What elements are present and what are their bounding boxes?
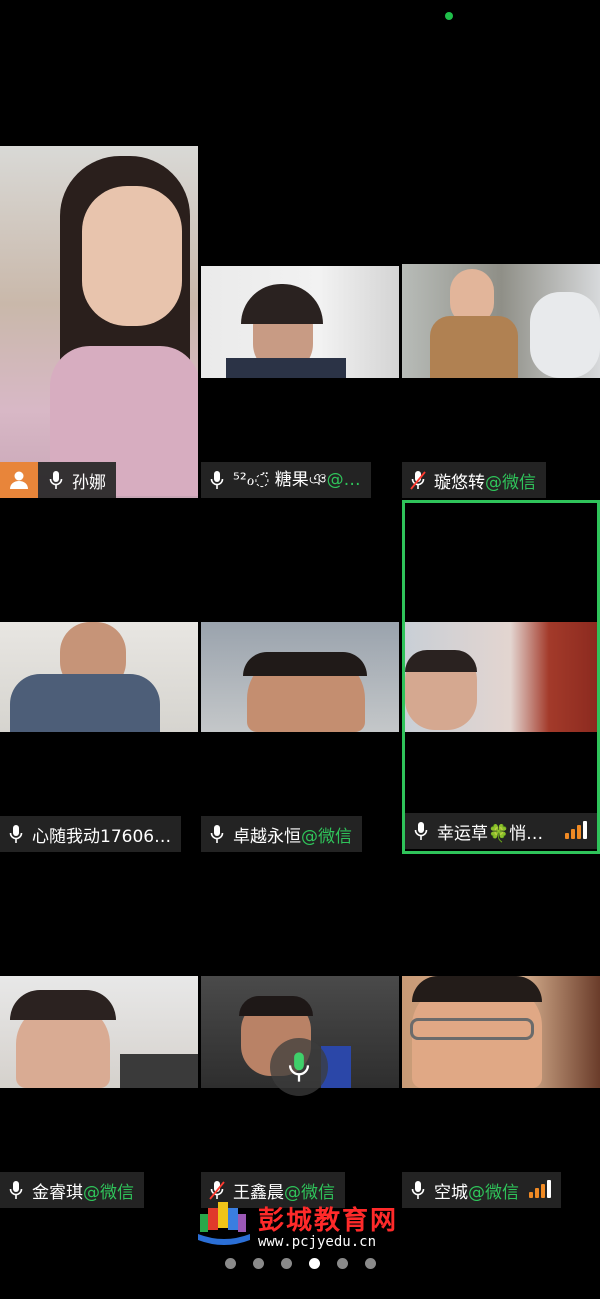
microphone-icon <box>288 1052 310 1082</box>
watermark-title: 彭城教育网 <box>258 1206 399 1236</box>
participant-name: ⁵²ℴ◌̈ 糖果ঞ@… <box>233 470 361 490</box>
floating-microphone-button[interactable] <box>270 1038 328 1096</box>
page-dot[interactable] <box>364 1258 376 1269</box>
watermark-logo: 彭城教育网 www.pcjyedu.cn <box>196 1200 416 1252</box>
video-feed <box>402 264 600 378</box>
network-signal-icon <box>529 1180 551 1198</box>
participant-name: 璇悠转@微信 <box>434 472 536 493</box>
microphone-icon <box>9 825 23 843</box>
participant-tile-7[interactable]: 金睿琪@微信 <box>0 856 198 1210</box>
microphone-icon <box>411 1181 425 1199</box>
microphone-muted-icon <box>209 1181 225 1200</box>
participant-nameplate: 卓越永恒@微信 <box>201 816 362 852</box>
video-feed <box>405 622 597 732</box>
participant-tile-6[interactable]: 幸运草🍀悄… <box>402 500 600 854</box>
participant-name: 金睿琪@微信 <box>32 1182 134 1203</box>
video-feed <box>201 266 399 378</box>
video-feed <box>0 622 198 732</box>
microphone-icon <box>9 1181 23 1199</box>
participant-name: 幸运草🍀悄… <box>437 823 544 844</box>
participant-nameplate: 幸运草🍀悄… <box>405 813 597 849</box>
page-dot[interactable] <box>280 1258 292 1269</box>
participant-tile-4[interactable]: 心随我动17606… <box>0 500 198 854</box>
participant-nameplate: ⁵²ℴ◌̈ 糖果ঞ@… <box>201 462 371 498</box>
page-indicator[interactable] <box>0 1258 600 1269</box>
microphone-icon <box>210 471 224 489</box>
participant-nameplate: 金睿琪@微信 <box>0 1172 144 1208</box>
video-feed <box>402 976 600 1088</box>
participant-name: 心随我动17606… <box>32 826 172 847</box>
microphone-icon <box>49 471 63 489</box>
participant-name: 王鑫晨@微信 <box>233 1182 335 1203</box>
page-dot[interactable] <box>252 1258 264 1269</box>
page-dot-active[interactable] <box>308 1258 320 1269</box>
participant-nameplate: 璇悠转@微信 <box>402 462 546 498</box>
video-feed <box>201 622 399 732</box>
participant-nameplate: 孙娜 <box>0 462 116 498</box>
book-logo-icon <box>198 1202 250 1245</box>
participant-tile-1[interactable]: 孙娜 <box>0 146 198 498</box>
page-dot[interactable] <box>224 1258 236 1269</box>
participant-tile-3[interactable]: 璇悠转@微信 <box>402 146 600 500</box>
participant-tile-5[interactable]: 卓越永恒@微信 <box>201 500 399 854</box>
microphone-muted-icon <box>410 471 426 490</box>
host-person-icon <box>0 462 38 498</box>
participant-nameplate: 心随我动17606… <box>0 816 182 852</box>
participant-name: 孙娜 <box>72 472 106 493</box>
microphone-icon <box>210 825 224 843</box>
microphone-icon <box>414 822 428 840</box>
video-feed <box>0 146 198 498</box>
participant-tile-2[interactable]: ⁵²ℴ◌̈ 糖果ঞ@… <box>201 146 399 500</box>
participant-nameplate: 空城@微信 <box>402 1172 561 1208</box>
video-feed <box>0 976 198 1088</box>
watermark-url: www.pcjyedu.cn <box>258 1234 377 1250</box>
status-indicator-dot <box>445 12 453 20</box>
participant-name: 空城@微信 <box>434 1182 519 1203</box>
participant-tile-9[interactable]: 空城@微信 <box>402 856 600 1210</box>
network-signal-icon <box>565 821 587 839</box>
participant-name: 卓越永恒@微信 <box>233 826 352 847</box>
page-dot[interactable] <box>336 1258 348 1269</box>
participant-tile-8[interactable]: 王鑫晨@微信 <box>201 856 399 1210</box>
